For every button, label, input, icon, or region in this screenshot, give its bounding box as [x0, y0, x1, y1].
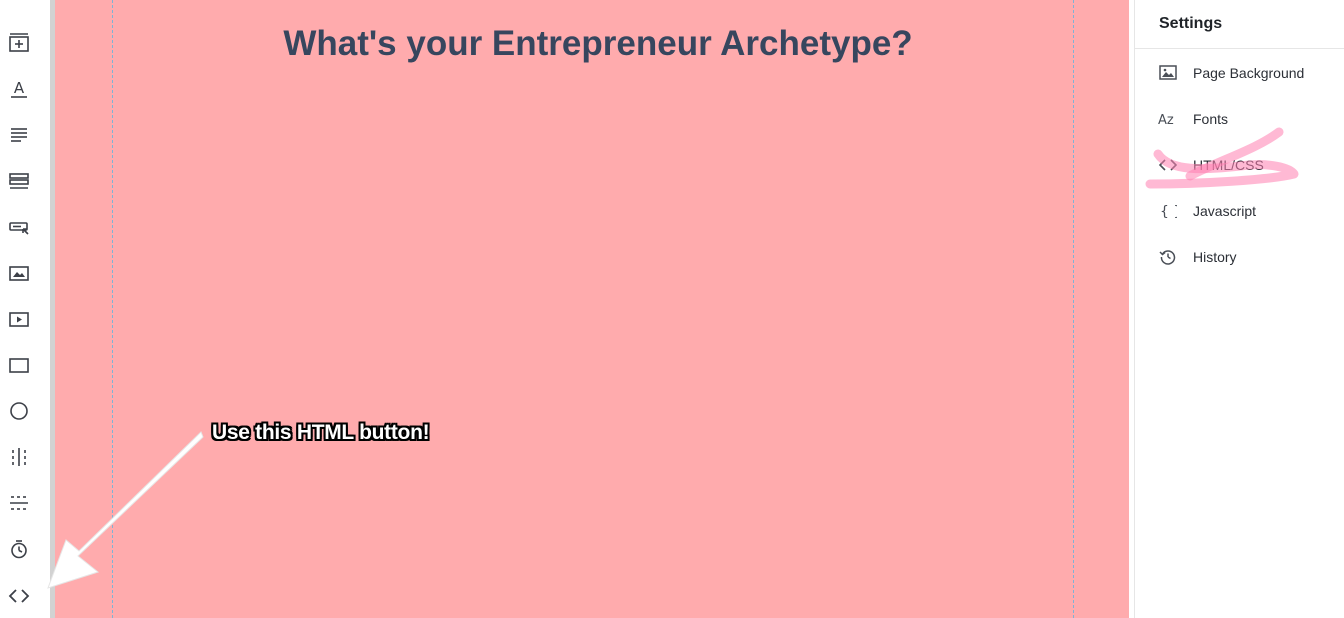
settings-item-fonts[interactable]: Az Fonts [1135, 101, 1344, 137]
circle-tool[interactable] [5, 397, 33, 425]
video-tool[interactable] [5, 305, 33, 333]
braces-icon: { } [1157, 200, 1179, 222]
code-icon [1157, 154, 1179, 176]
code-icon [8, 589, 30, 603]
button-icon [9, 222, 29, 235]
element-toolbar: A [0, 0, 50, 618]
image-icon [9, 266, 29, 281]
paragraph-icon [11, 128, 27, 142]
video-icon [9, 312, 29, 327]
settings-item-history[interactable]: History [1135, 239, 1344, 275]
history-icon [1157, 246, 1179, 268]
text-icon: A [11, 79, 27, 98]
list-tool[interactable] [5, 167, 33, 195]
timer-tool[interactable] [5, 535, 33, 563]
svg-text:Az: Az [1158, 113, 1174, 128]
annotation-callout: Use this HTML button! [212, 421, 430, 444]
horizontal-divider-icon [10, 496, 28, 510]
settings-item-javascript[interactable]: { } Javascript [1135, 193, 1344, 229]
horizontal-divider-tool[interactable] [5, 489, 33, 517]
image-tool[interactable] [5, 259, 33, 287]
image-icon [1157, 62, 1179, 84]
add-section-icon [9, 33, 29, 52]
settings-item-label: Javascript [1193, 203, 1257, 219]
settings-item-html-css[interactable]: HTML/CSS [1135, 147, 1344, 183]
rectangle-icon [9, 358, 29, 373]
vertical-divider-tool[interactable] [5, 443, 33, 471]
page-title[interactable]: What's your Entrepreneur Archetype? [55, 24, 1141, 64]
list-icon [9, 173, 29, 189]
settings-item-label: HTML/CSS [1193, 157, 1264, 173]
circle-icon [10, 402, 28, 420]
fonts-icon: Az [1157, 108, 1179, 130]
page-canvas[interactable]: What's your Entrepreneur Archetype? Use … [55, 0, 1129, 618]
settings-panel: Settings Page Background Az Fonts HTML/C… [1134, 0, 1344, 618]
text-tool[interactable]: A [5, 75, 33, 103]
button-tool[interactable] [5, 213, 33, 241]
code-tool[interactable] [5, 582, 33, 610]
timer-icon [11, 540, 27, 559]
settings-item-label: History [1193, 249, 1237, 265]
left-guide-line [112, 0, 113, 618]
settings-item-page-background[interactable]: Page Background [1135, 55, 1344, 91]
right-guide-line [1073, 0, 1074, 618]
paragraph-tool[interactable] [5, 121, 33, 149]
settings-item-label: Page Background [1193, 65, 1305, 81]
add-section-tool[interactable] [5, 29, 33, 57]
rectangle-tool[interactable] [5, 351, 33, 379]
svg-text:A: A [14, 79, 25, 97]
vertical-divider-icon [12, 448, 26, 466]
svg-text:{ }: { } [1160, 204, 1177, 220]
settings-title: Settings [1135, 0, 1344, 49]
settings-item-label: Fonts [1193, 111, 1229, 127]
